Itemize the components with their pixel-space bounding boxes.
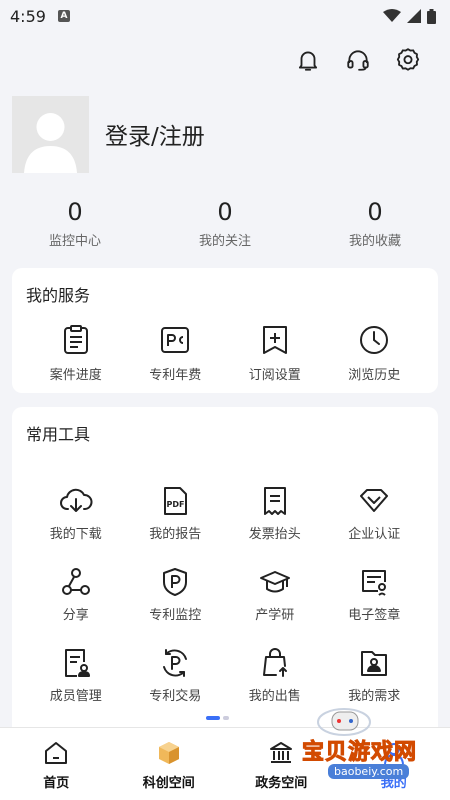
tool-member-management[interactable]: 成员管理 [26,647,126,704]
tools-title: 常用工具 [26,425,91,444]
login-register-link[interactable]: 登录/注册 [105,117,205,151]
svg-text:PDF: PDF [167,500,185,509]
stat-label: 我的关注 [198,234,251,249]
notification-badge-icon: A [57,10,70,22]
tab-government-space[interactable]: 政务空间 [225,728,338,800]
tool-label: 电子签章 [348,608,401,623]
wifi-icon [383,9,401,22]
stat-label: 我的收藏 [348,234,401,249]
tool-label: 发票抬头 [248,527,301,542]
user-icon [383,743,404,765]
pdf-icon: PDF [164,487,188,515]
default-avatar-icon [24,112,77,173]
tool-my-reports[interactable]: PDF 我的报告 [126,485,226,542]
tool-e-signature[interactable]: 电子签章 [325,566,425,623]
tool-my-sales[interactable]: 我的出售 [225,647,325,704]
clock-icon [360,326,389,354]
tool-my-downloads[interactable]: 我的下载 [26,485,126,542]
service-label: 专利年费 [149,368,202,383]
tool-invoice-title[interactable]: 发票抬头 [225,485,325,542]
service-patent-fee[interactable]: 专利年费 [130,324,220,383]
status-time: 4:59 [10,6,46,26]
top-action-bar [0,32,450,88]
tool-label: 我的报告 [149,527,202,542]
folder-user-icon [361,651,388,676]
tab-label: 政务空间 [255,776,308,791]
tab-mine[interactable]: 我的 [338,728,450,800]
status-bar: 4:59 A [0,0,450,32]
cloud-download-icon [59,488,93,512]
tool-patent-trading[interactable]: 专利交易 [126,647,226,704]
service-case-progress[interactable]: 案件进度 [31,324,121,383]
invoice-icon [263,487,286,515]
pc-badge-icon [161,327,190,353]
common-tools-card: 常用工具 我的下载 PDF 我的报告 发票抬头 企业认证 分享 专利监控 产学研 [12,407,438,737]
my-services-card: 我的服务 案件进度 专利年费 订阅设置 浏览历史 [12,268,438,393]
bell-icon [298,51,318,71]
tab-label: 首页 [43,776,70,791]
tab-label: 科创空间 [142,776,195,791]
service-browse-history[interactable]: 浏览历史 [329,324,419,383]
notification-button[interactable] [294,46,322,74]
stat-my-follows[interactable]: 0 我的关注 [165,198,285,256]
tab-label: 我的 [380,776,407,791]
page-dot [223,716,229,720]
battery-icon [427,8,436,24]
tool-label: 成员管理 [49,689,102,704]
member-doc-icon [64,649,90,677]
tool-label: 产学研 [255,608,295,623]
tool-share[interactable]: 分享 [26,566,126,623]
graduation-cap-icon [259,571,290,593]
home-icon [45,742,68,764]
headset-icon [347,50,369,71]
cycle-p-icon [163,649,188,677]
clipboard-icon [63,325,88,354]
tool-label: 企业认证 [348,527,401,542]
tool-label: 我的出售 [248,689,301,704]
cube-icon [158,742,179,764]
tab-innovation-space[interactable]: 科创空间 [113,728,226,800]
tool-patent-monitor[interactable]: 专利监控 [126,566,226,623]
tool-label: 专利交易 [149,689,202,704]
stat-value: 0 [217,198,233,226]
service-subscription-settings[interactable]: 订阅设置 [230,324,320,383]
tool-industry-research[interactable]: 产学研 [225,566,325,623]
government-icon [270,742,293,763]
gear-icon [396,48,420,71]
services-title: 我的服务 [26,286,91,305]
bottom-tab-bar: 首页 科创空间 政务空间 我的 [0,727,450,800]
service-label: 案件进度 [49,368,102,383]
customer-service-button[interactable] [344,46,372,74]
service-label: 浏览历史 [348,368,401,383]
tool-label: 分享 [62,608,89,623]
signal-icon [407,9,421,23]
tool-label: 我的需求 [348,689,401,704]
avatar[interactable] [12,95,89,173]
settings-button[interactable] [394,46,422,74]
subscribe-icon [262,326,287,354]
stat-value: 0 [67,198,83,226]
share-icon [61,568,90,595]
page-indicator [206,716,229,720]
stat-my-favorites[interactable]: 0 我的收藏 [315,198,435,256]
stats-row: 0 监控中心 0 我的关注 0 我的收藏 [0,172,450,256]
tool-enterprise-verification[interactable]: 企业认证 [325,485,425,542]
diamond-check-icon [360,489,389,512]
shopping-bag-icon [262,648,287,677]
tool-label: 我的下载 [49,527,102,542]
tab-home[interactable]: 首页 [0,728,113,800]
tool-label: 专利监控 [149,608,202,623]
stat-monitor-center[interactable]: 0 监控中心 [15,198,135,256]
profile-section[interactable]: 登录/注册 [0,88,450,173]
tool-my-needs[interactable]: 我的需求 [325,647,425,704]
service-label: 订阅设置 [248,368,301,383]
page-dot-active [206,716,220,720]
stat-label: 监控中心 [48,234,101,249]
stat-value: 0 [367,198,383,226]
shield-p-icon [163,568,188,596]
certificate-icon [362,570,387,596]
